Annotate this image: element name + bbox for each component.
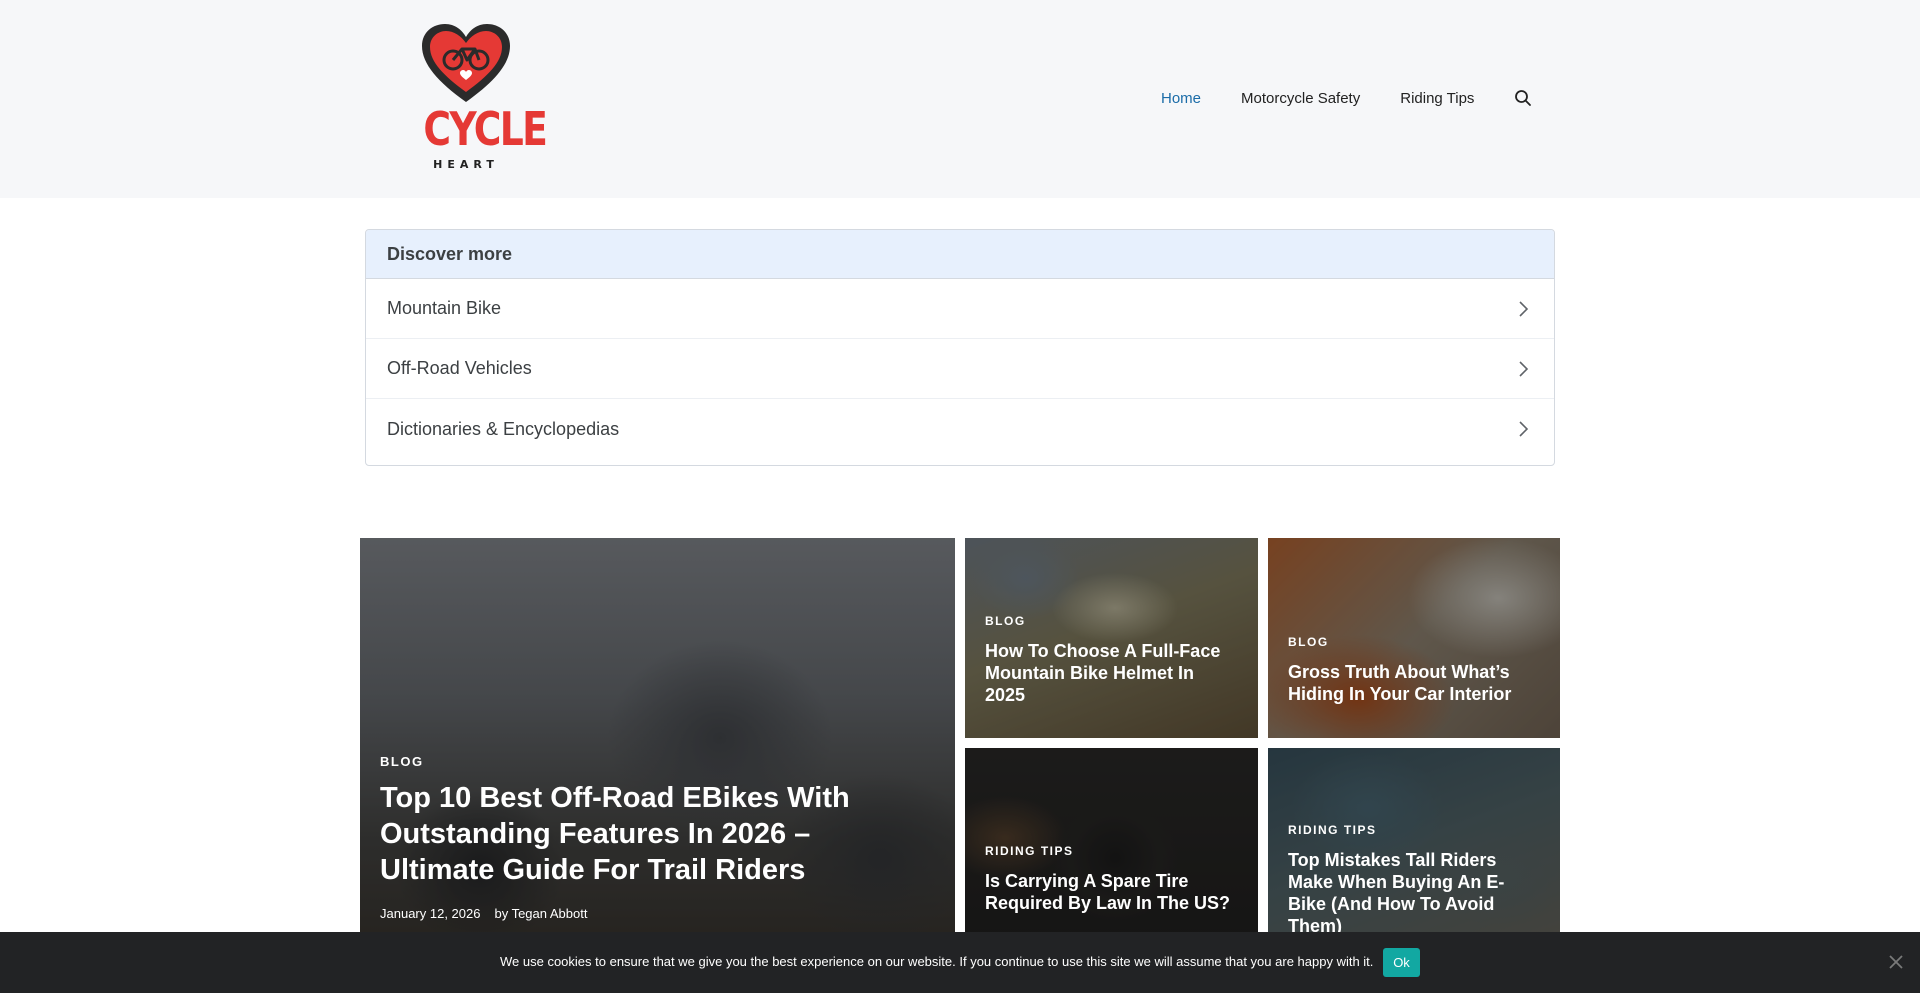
nav-item-riding-tips[interactable]: Riding Tips xyxy=(1400,90,1474,107)
search-icon[interactable] xyxy=(1514,89,1532,107)
logo-subtitle: HEART xyxy=(433,158,499,171)
cookie-banner: We use cookies to ensure that we give yo… xyxy=(0,932,1920,993)
discover-item-label: Dictionaries & Encyclopedias xyxy=(387,418,620,439)
featured-post-car-interior[interactable]: BLOG Gross Truth About What’s Hiding In … xyxy=(1268,538,1560,738)
chevron-right-icon xyxy=(1519,300,1529,317)
featured-post-spare-tire[interactable]: RIDING TIPS Is Carrying A Spare Tire Req… xyxy=(965,748,1258,938)
chevron-right-icon xyxy=(1519,360,1529,377)
post-category[interactable]: BLOG xyxy=(380,754,424,769)
discover-item-dictionaries[interactable]: Dictionaries & Encyclopedias xyxy=(366,399,1554,459)
post-title[interactable]: Gross Truth About What’s Hiding In Your … xyxy=(1288,661,1540,705)
post-title[interactable]: How To Choose A Full-Face Mountain Bike … xyxy=(985,640,1238,706)
post-author[interactable]: by Tegan Abbott xyxy=(494,906,587,921)
nav-item-motorcycle-safety[interactable]: Motorcycle Safety xyxy=(1241,90,1360,107)
primary-nav: Home Motorcycle Safety Riding Tips xyxy=(1161,86,1532,110)
featured-post-tall-riders[interactable]: RIDING TIPS Top Mistakes Tall Riders Mak… xyxy=(1268,748,1560,938)
site-header: CYCLE HEART Home Motorcycle Safety Ridin… xyxy=(0,0,1920,198)
chevron-right-icon xyxy=(1519,421,1529,437)
post-category[interactable]: BLOG xyxy=(985,614,1026,628)
post-title[interactable]: Top 10 Best Off-Road EBikes With Outstan… xyxy=(380,780,925,888)
post-title[interactable]: Is Carrying A Spare Tire Required By Law… xyxy=(985,870,1238,914)
post-title[interactable]: Top Mistakes Tall Riders Make When Buyin… xyxy=(1288,849,1540,937)
post-meta: January 12, 2026 by Tegan Abbott xyxy=(380,906,587,921)
discover-item-off-road-vehicles[interactable]: Off-Road Vehicles xyxy=(366,339,1554,399)
discover-item-label: Off-Road Vehicles xyxy=(387,358,532,378)
close-icon[interactable] xyxy=(1886,952,1906,972)
nav-item-home[interactable]: Home xyxy=(1161,90,1201,107)
discover-more-title: Discover more xyxy=(366,230,1554,279)
post-category[interactable]: RIDING TIPS xyxy=(985,844,1074,858)
logo-wordmark: CYCLE xyxy=(423,102,548,156)
discover-item-mountain-bike[interactable]: Mountain Bike xyxy=(366,279,1554,339)
post-category[interactable]: BLOG xyxy=(1288,635,1329,649)
heart-bicycle-icon xyxy=(422,24,510,102)
post-date: January 12, 2026 xyxy=(380,906,481,921)
cookie-ok-button[interactable]: Ok xyxy=(1383,948,1420,977)
featured-post-main[interactable]: BLOG Top 10 Best Off-Road EBikes With Ou… xyxy=(360,538,955,938)
featured-post-helmet[interactable]: BLOG How To Choose A Full-Face Mountain … xyxy=(965,538,1258,738)
discover-item-label: Mountain Bike xyxy=(387,298,502,318)
discover-more-panel: Discover more Mountain Bike Off-Road Veh… xyxy=(365,229,1555,466)
site-logo[interactable]: CYCLE HEART xyxy=(414,22,548,174)
post-category[interactable]: RIDING TIPS xyxy=(1288,823,1377,837)
cookie-message: We use cookies to ensure that we give yo… xyxy=(500,954,1374,969)
